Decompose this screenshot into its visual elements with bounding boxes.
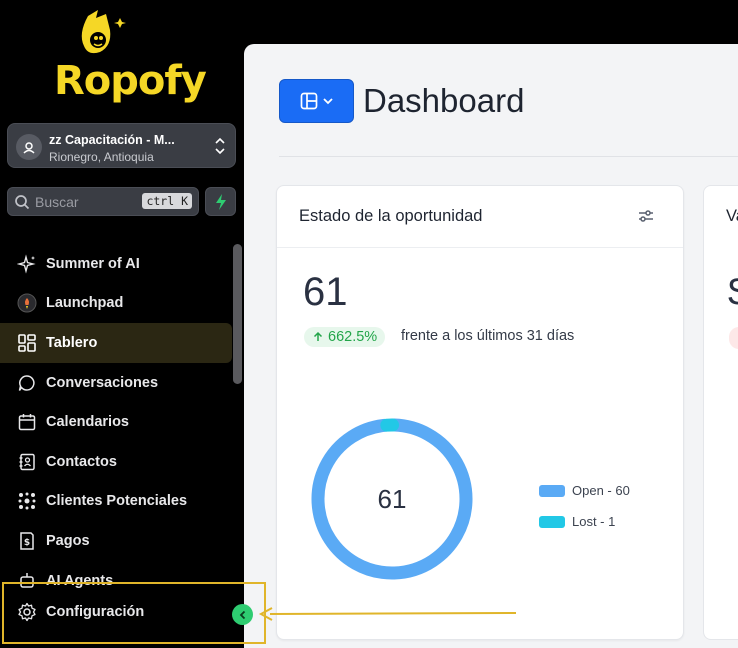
search-input[interactable]: Buscar ctrl K xyxy=(7,187,199,216)
sidebar-item-label: Calendarios xyxy=(46,414,129,431)
annotation-arrow xyxy=(258,607,517,621)
card-header: Estado de la oportunidad xyxy=(277,186,683,248)
sidebar-item-label: Tablero xyxy=(46,334,98,351)
calendar-icon xyxy=(16,411,38,433)
dashboard-switcher-button[interactable] xyxy=(279,79,354,123)
chevron-left-icon xyxy=(239,610,245,619)
sidebar-item-label: Pagos xyxy=(46,532,90,549)
search-shortcut: ctrl K xyxy=(142,193,192,209)
sidebar-item-launchpad[interactable]: Launchpad xyxy=(0,284,232,324)
chevron-up-down-icon xyxy=(214,136,226,161)
sidebar-nav: Summer of AI Launchpad Tablero Conversac… xyxy=(0,244,232,600)
rocket-icon xyxy=(16,292,38,314)
sidebar-item-label: Summer of AI xyxy=(46,255,140,272)
sidebar-item-summer-of-ai[interactable]: Summer of AI xyxy=(0,244,232,284)
card-value: 61 xyxy=(303,270,348,314)
donut-chart: 61 xyxy=(311,418,473,580)
location-pin-icon xyxy=(16,134,42,160)
sidebar-item-label: Launchpad xyxy=(46,295,124,312)
second-card: Va $ xyxy=(703,185,738,640)
sidebar: Ropofy zz Capacitación - M... Rionegro, … xyxy=(0,0,244,648)
page-title: Dashboard xyxy=(363,82,525,119)
legend-label: Open - 60 xyxy=(572,483,630,498)
legend-swatch-open xyxy=(539,484,565,497)
search-placeholder: Buscar xyxy=(35,194,79,210)
chat-icon xyxy=(16,372,38,394)
sidebar-scrollbar[interactable] xyxy=(233,244,242,384)
trend-value: 662.5% xyxy=(328,329,378,345)
opportunity-status-card: Estado de la oportunidad 61 662.5% frent… xyxy=(276,185,684,640)
legend-item-lost[interactable]: Lost - 1 xyxy=(539,506,630,537)
chevron-down-icon xyxy=(322,98,333,105)
svg-text:$: $ xyxy=(24,538,30,548)
trend-badge xyxy=(729,327,738,349)
sidebar-item-calendarios[interactable]: Calendarios xyxy=(0,402,232,442)
main-content: Dashboard Estado de la oportunidad 61 66… xyxy=(244,44,738,648)
sidebar-item-clientes-potenciales[interactable]: Clientes Potenciales xyxy=(0,482,232,522)
trend-text: frente a los últimos 31 días xyxy=(401,328,575,344)
sidebar-item-label: Contactos xyxy=(46,453,117,470)
grid-icon xyxy=(16,332,38,354)
sidebar-item-label: Configuración xyxy=(46,604,145,620)
header-divider xyxy=(279,156,738,157)
legend-swatch-lost xyxy=(539,515,565,528)
sidebar-item-conversaciones[interactable]: Conversaciones xyxy=(0,363,232,403)
collapse-sidebar-button[interactable] xyxy=(232,604,253,625)
contacts-icon xyxy=(16,451,38,473)
filter-icon[interactable] xyxy=(637,208,655,229)
dollar-icon: $ xyxy=(16,530,38,552)
trend-badge: 662.5% xyxy=(304,327,386,347)
sidebar-item-label: Conversaciones xyxy=(46,374,159,391)
card-value: $ xyxy=(728,270,738,315)
card-title: Va xyxy=(726,207,738,225)
search-icon xyxy=(14,194,30,215)
sidebar-item-contactos[interactable]: Contactos xyxy=(0,442,232,482)
sparkle-icon xyxy=(16,253,38,275)
donut-center-label: 61 xyxy=(378,484,407,514)
logo-text: Ropofy xyxy=(54,58,207,104)
network-icon xyxy=(16,490,38,512)
arrow-up-icon xyxy=(313,331,323,341)
legend-label: Lost - 1 xyxy=(572,514,616,529)
sidebar-item-label: Clientes Potenciales xyxy=(46,493,188,510)
card-title: Estado de la oportunidad xyxy=(299,207,483,225)
gear-icon xyxy=(16,601,38,623)
layout-icon xyxy=(300,92,317,110)
bot-icon xyxy=(16,570,38,592)
sidebar-item-label: AI Agents xyxy=(46,572,114,589)
ropofy-logo[interactable]: Ropofy xyxy=(50,8,207,108)
sidebar-item-configuracion[interactable]: Configuración xyxy=(0,593,240,631)
sidebar-item-tablero[interactable]: Tablero xyxy=(0,323,232,363)
quick-action-button[interactable] xyxy=(205,187,236,216)
legend-item-open[interactable]: Open - 60 xyxy=(539,475,630,506)
location-name: zz Capacitación - M... xyxy=(49,133,175,147)
sidebar-item-pagos[interactable]: $ Pagos xyxy=(0,521,232,561)
location-city: Rionegro, Antioquia xyxy=(49,150,154,164)
lightning-icon xyxy=(215,193,226,210)
location-switcher[interactable]: zz Capacitación - M... Rionegro, Antioqu… xyxy=(7,123,236,168)
chart-legend: Open - 60 Lost - 1 xyxy=(539,475,630,537)
